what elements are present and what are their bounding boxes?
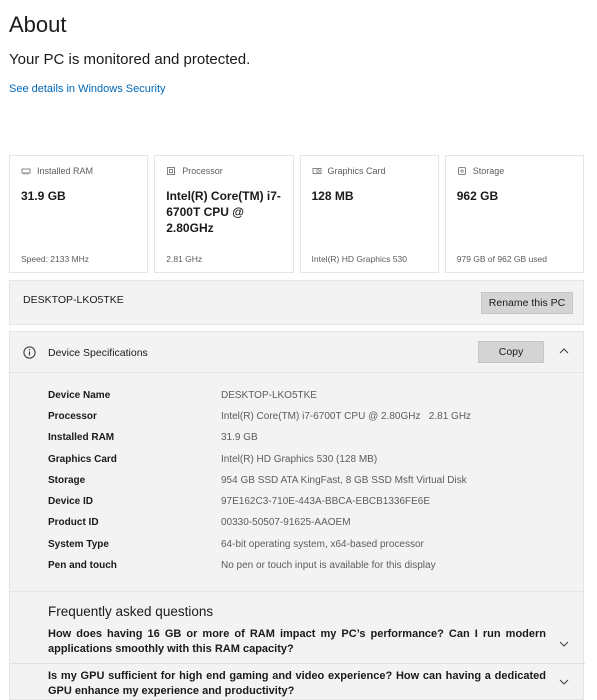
copy-button[interactable]: Copy xyxy=(478,341,544,363)
spec-label: Graphics Card xyxy=(48,454,117,465)
spec-row: Processor Intel(R) Core(TM) i7-6700T CPU… xyxy=(48,411,568,427)
card-label: Processor xyxy=(182,166,223,176)
spec-row: Pen and touch No pen or touch input is a… xyxy=(48,560,568,576)
spec-row: Product ID 00330-50507-91625-AAOEM xyxy=(48,517,568,533)
card-graphics-card: Graphics Card 128 MB Intel(R) HD Graphic… xyxy=(299,155,439,273)
spec-row: Graphics Card Intel(R) HD Graphics 530 (… xyxy=(48,454,568,470)
graphics-card-icon xyxy=(312,168,321,174)
faq-section: Frequently asked questions How does havi… xyxy=(9,591,585,700)
card-value: 128 MB xyxy=(311,189,354,203)
protection-status-text: Your PC is monitored and protected. xyxy=(9,51,251,68)
rename-pc-bar: DESKTOP-LKO5TKE Rename this PC xyxy=(9,280,584,325)
faq-divider xyxy=(10,663,585,664)
chevron-down-icon[interactable] xyxy=(557,675,571,689)
card-footnote: Speed: 2133 MHz xyxy=(21,254,90,264)
spec-label: Storage xyxy=(48,475,86,486)
spec-value: Intel(R) HD Graphics 530 (128 MB) xyxy=(221,454,378,465)
card-value: 962 GB xyxy=(456,189,499,203)
spec-row: Storage 954 GB SSD ATA KingFast, 8 GB SS… xyxy=(48,475,568,491)
faq-question[interactable]: How does having 16 GB or more of RAM imp… xyxy=(48,627,546,657)
faq-title: Frequently asked questions xyxy=(48,604,214,619)
card-label: Installed RAM xyxy=(37,166,94,176)
ram-icon xyxy=(21,168,31,175)
spec-label: System Type xyxy=(48,539,109,550)
processor-icon xyxy=(167,167,176,175)
card-footnote: 979 GB of 962 GB used xyxy=(456,254,548,264)
spec-cards: Installed RAM 31.9 GB Speed: 2133 MHz Pr… xyxy=(9,155,584,273)
card-footnote: 2.81 GHz xyxy=(166,254,203,264)
card-storage: Storage 962 GB 979 GB of 962 GB used xyxy=(444,155,584,273)
windows-security-link[interactable]: See details in Windows Security xyxy=(9,83,166,95)
device-name: DESKTOP-LKO5TKE xyxy=(23,294,124,306)
spec-row: Device ID 97E162C3-710E-443A-BBCA-EBCB13… xyxy=(48,496,568,512)
card-label: Graphics Card xyxy=(327,166,386,176)
spec-row: Device Name DESKTOP-LKO5TKE xyxy=(48,390,568,406)
spec-value: 97E162C3-710E-443A-BBCA-EBCB1336FE6E xyxy=(221,496,431,507)
spec-value: 954 GB SSD ATA KingFast, 8 GB SSD Msft V… xyxy=(221,475,467,486)
spec-label: Product ID xyxy=(48,517,99,528)
page-title: About xyxy=(9,12,67,37)
spec-label: Pen and touch xyxy=(48,560,117,571)
card-installed-ram: Installed RAM 31.9 GB Speed: 2133 MHz xyxy=(9,155,149,273)
spec-value: 00330-50507-91625-AAOEM xyxy=(221,517,351,528)
info-icon xyxy=(23,346,36,359)
spec-value: Intel(R) Core(TM) i7-6700T CPU @ 2.80GHz… xyxy=(221,411,472,422)
spec-value: No pen or touch input is available for t… xyxy=(221,560,436,571)
spec-label: Device ID xyxy=(48,496,94,507)
device-specifications-title: Device Specifications xyxy=(48,347,148,359)
chevron-down-icon[interactable] xyxy=(557,637,571,651)
device-specifications-header[interactable]: Device Specifications Copy xyxy=(9,331,584,373)
faq-question[interactable]: Is my GPU sufficient for high end gaming… xyxy=(48,669,546,699)
storage-icon xyxy=(457,167,466,175)
spec-label: Installed RAM xyxy=(48,432,115,443)
spec-label: Device Name xyxy=(48,390,111,401)
spec-row: System Type 64-bit operating system, x64… xyxy=(48,539,568,555)
card-value: 31.9 GB xyxy=(21,189,66,203)
spec-row: Installed RAM 31.9 GB xyxy=(48,432,568,448)
card-processor: Processor Intel(R) Core(TM) i7-6700T CPU… xyxy=(154,155,294,273)
spec-value: DESKTOP-LKO5TKE xyxy=(221,390,317,401)
rename-pc-button[interactable]: Rename this PC xyxy=(481,292,573,314)
card-label: Storage xyxy=(472,166,505,176)
card-footnote: Intel(R) HD Graphics 530 xyxy=(311,254,407,264)
device-specifications-body: Device Name DESKTOP-LKO5TKE Processor In… xyxy=(9,373,584,591)
chevron-up-icon[interactable] xyxy=(557,344,571,358)
spec-value: 64-bit operating system, x64-based proce… xyxy=(221,539,424,550)
spec-label: Processor xyxy=(48,411,97,422)
card-value: Intel(R) Core(TM) i7-6700T CPU @ 2.80GHz xyxy=(166,189,281,235)
spec-value: 31.9 GB xyxy=(221,432,258,443)
